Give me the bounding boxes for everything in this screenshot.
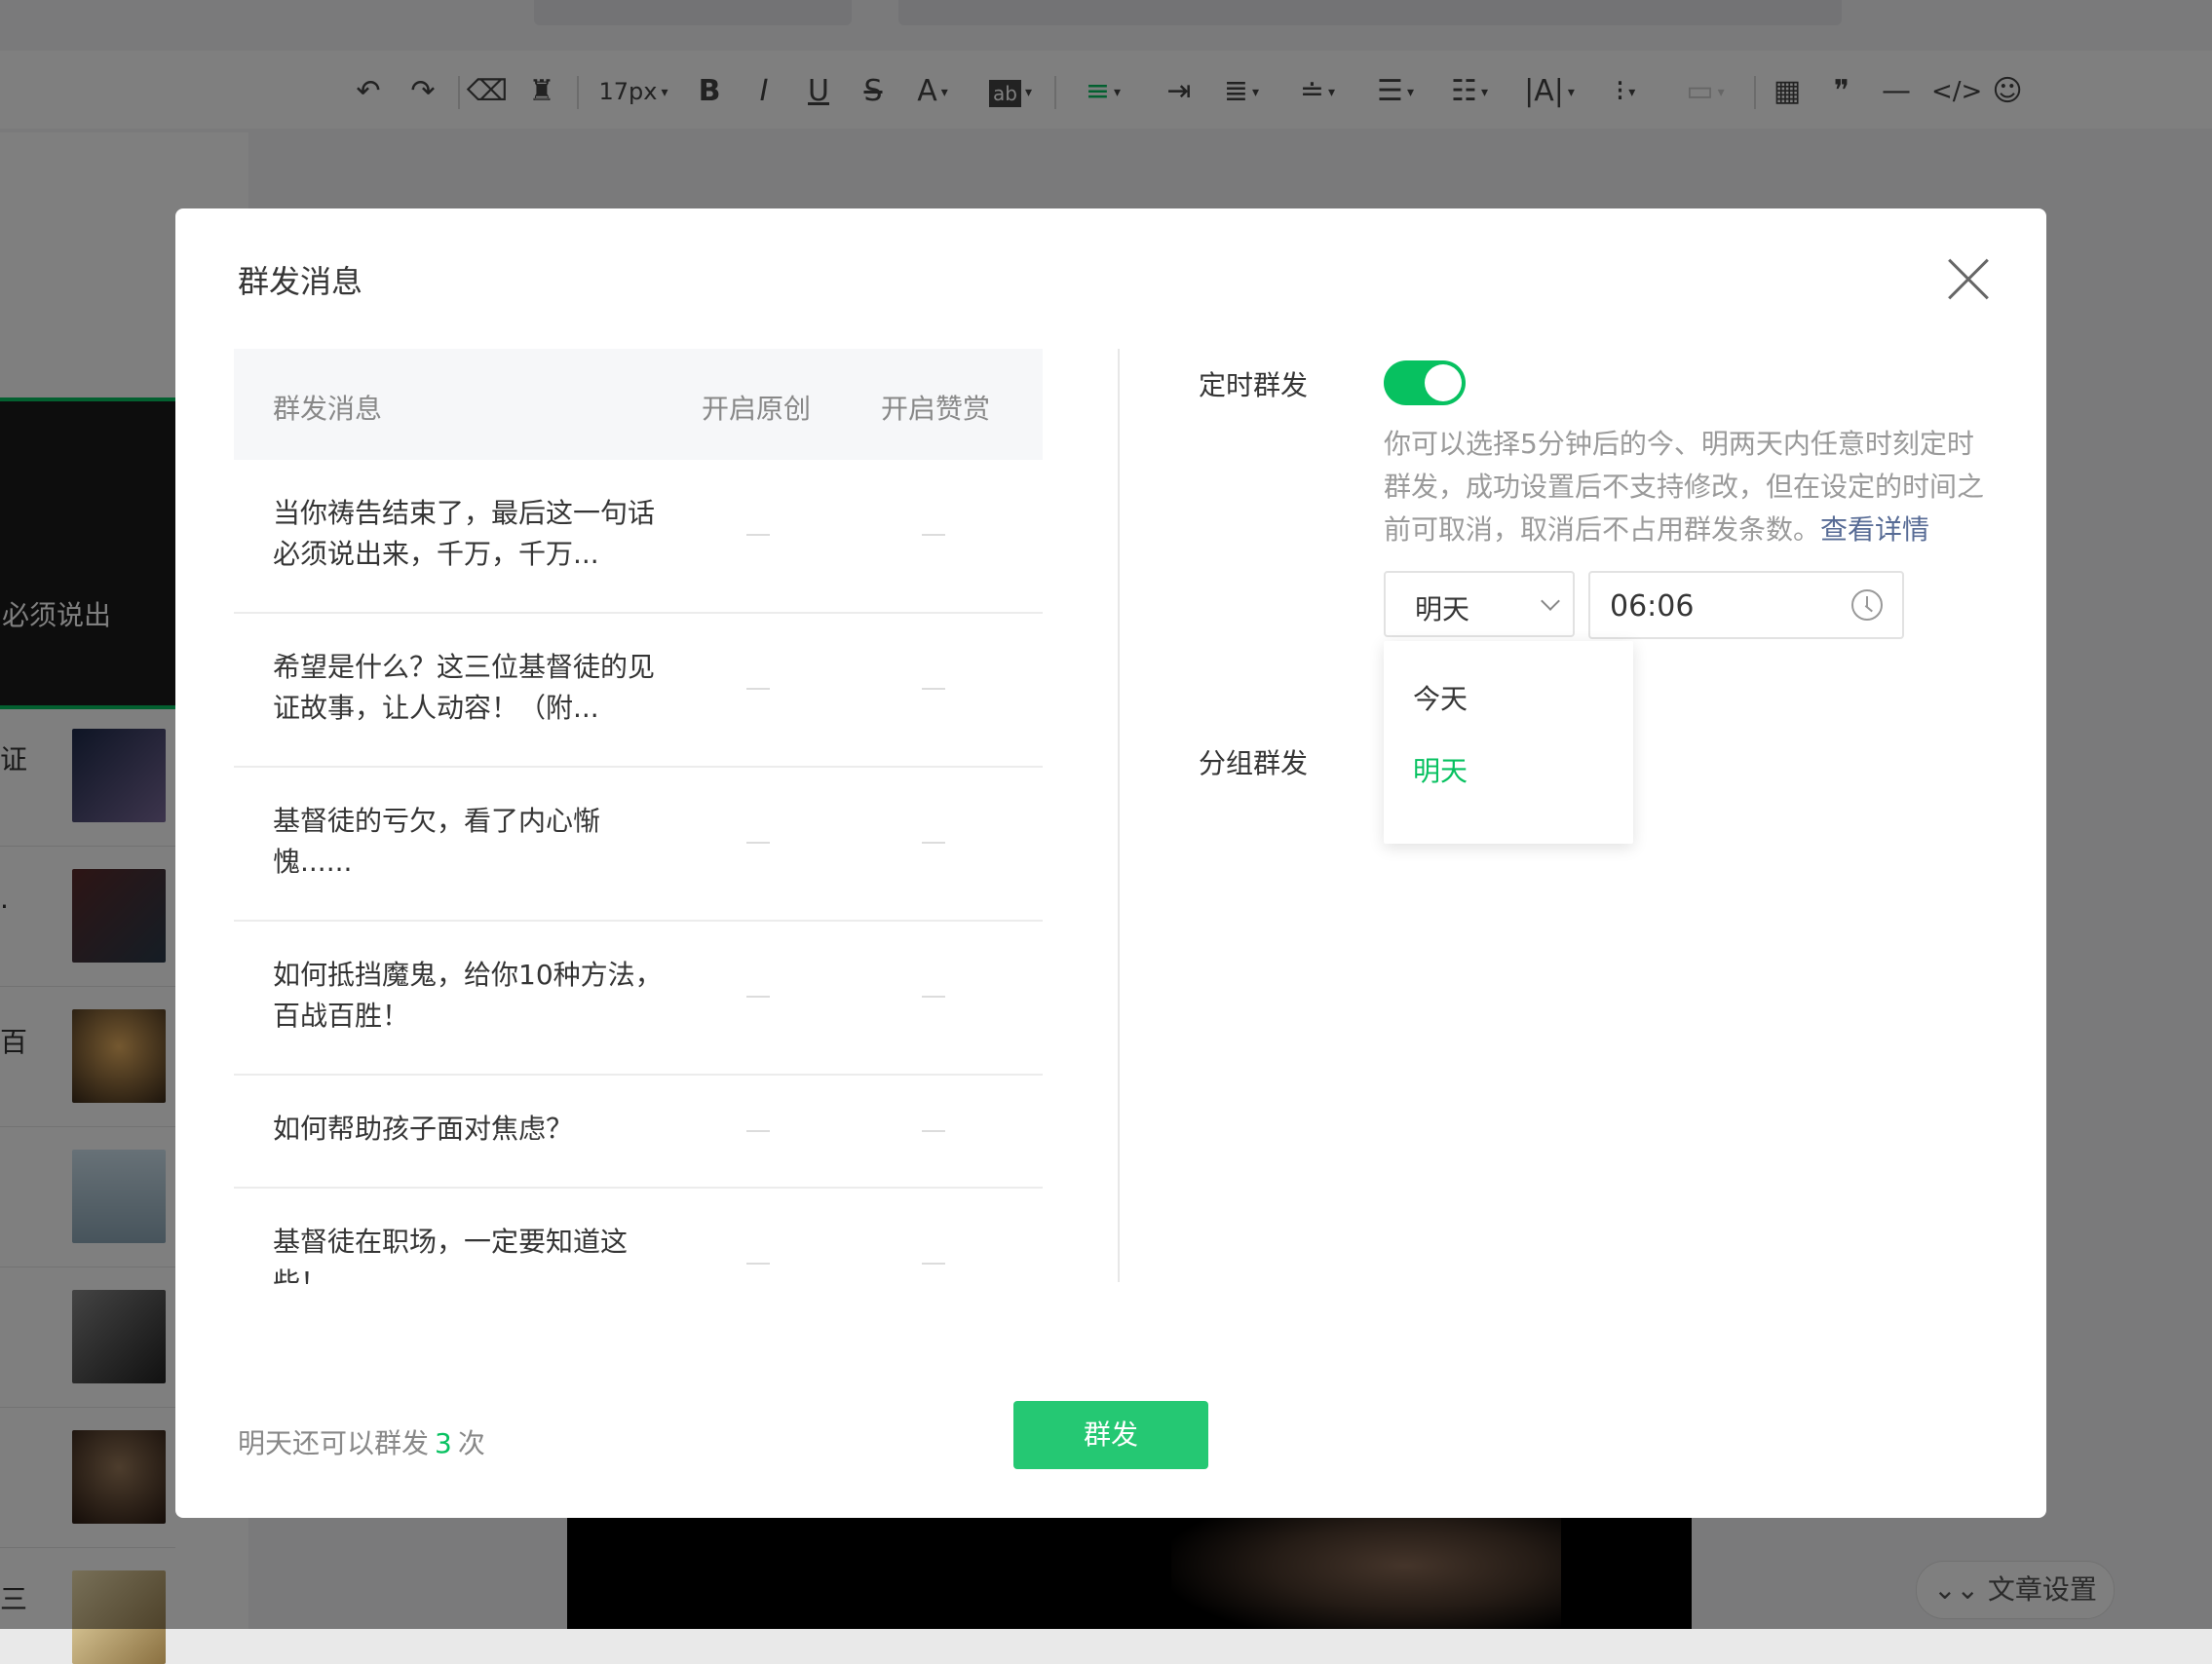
original-status xyxy=(746,534,770,536)
table-row: 基督徒的亏欠，看了内心惭愧...... xyxy=(234,768,1043,922)
message-title: 如何帮助孩子面对焦虑？ xyxy=(273,1113,574,1145)
message-title: 如何抵挡魔鬼，给你10种方法，百战百胜！ xyxy=(273,959,663,1032)
mass-send-dialog: 群发消息 群发消息 开启原创 开启赞赏 当你祷告结束了，最后这一句话必须说出来，… xyxy=(175,208,2046,1518)
original-status xyxy=(746,1130,770,1132)
table-row: 当你祷告结束了，最后这一句话必须说出来，千万，千万... xyxy=(234,460,1043,614)
original-status xyxy=(746,996,770,998)
remaining-suffix: 次 xyxy=(457,1427,485,1459)
reward-status xyxy=(922,534,945,536)
table-row: 基督徒在职场，一定要知道这些！ xyxy=(234,1189,1043,1284)
table-row: 希望是什么？这三位基督徒的见证故事，让人动容！（附... xyxy=(234,614,1043,768)
remaining-sends-note: 明天还可以群发 3 次 xyxy=(238,1422,485,1461)
scheduled-send-label: 定时群发 xyxy=(1199,369,1309,401)
original-status xyxy=(746,842,770,844)
original-status xyxy=(746,688,770,690)
close-icon[interactable] xyxy=(1947,257,1990,300)
reward-status xyxy=(922,688,945,690)
clock-icon[interactable] xyxy=(1851,589,1883,621)
message-title: 基督徒在职场，一定要知道这些！ xyxy=(273,1226,629,1284)
send-button[interactable]: 群发 xyxy=(1013,1401,1208,1469)
day-option-tomorrow[interactable]: 明天 xyxy=(1413,750,1468,789)
table-header: 群发消息 开启原创 开启赞赏 xyxy=(234,349,1043,460)
group-send-label: 分组群发 xyxy=(1199,747,1309,779)
reward-status xyxy=(922,842,945,844)
column-header-message: 群发消息 xyxy=(273,393,383,425)
day-select-value: 明天 xyxy=(1415,593,1470,625)
day-option-today[interactable]: 今天 xyxy=(1413,678,1468,717)
table-row: 如何抵挡魔鬼，给你10种方法，百战百胜！ xyxy=(234,922,1043,1076)
remaining-count: 3 xyxy=(435,1427,452,1459)
day-dropdown-menu: 今天 明天 xyxy=(1384,641,1633,844)
scheduled-send-description: 你可以选择5分钟后的今、明两天内任意时刻定时群发，成功设置后不支持修改，但在设定… xyxy=(1384,423,1998,551)
time-field[interactable] xyxy=(1588,571,1904,639)
reward-status xyxy=(922,1130,945,1132)
column-header-reward: 开启赞赏 xyxy=(881,393,991,425)
view-details-link[interactable]: 查看详情 xyxy=(1820,513,1929,546)
message-table: 群发消息 开启原创 开启赞赏 当你祷告结束了，最后这一句话必须说出来，千万，千万… xyxy=(234,349,1043,1284)
time-input[interactable] xyxy=(1608,586,1846,625)
remaining-prefix: 明天还可以群发 xyxy=(238,1427,430,1459)
reward-status xyxy=(922,1263,945,1265)
original-status xyxy=(746,1263,770,1265)
message-title: 希望是什么？这三位基督徒的见证故事，让人动容！（附... xyxy=(273,651,656,724)
scheduled-send-toggle[interactable] xyxy=(1384,360,1466,405)
chevron-down-icon xyxy=(1541,591,1560,611)
dialog-title: 群发消息 xyxy=(238,263,363,300)
message-title: 当你祷告结束了，最后这一句话必须说出来，千万，千万... xyxy=(273,497,656,570)
table-row: 如何帮助孩子面对焦虑？ xyxy=(234,1076,1043,1189)
column-header-original: 开启原创 xyxy=(702,393,812,425)
reward-status xyxy=(922,996,945,998)
message-title: 基督徒的亏欠，看了内心惭愧...... xyxy=(273,805,601,878)
vertical-divider xyxy=(1118,349,1120,1282)
day-select[interactable]: 明天 xyxy=(1384,571,1575,637)
